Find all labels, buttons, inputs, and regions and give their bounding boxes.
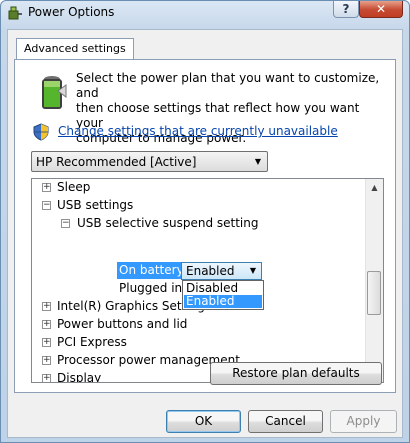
shield-icon [33,123,49,141]
tree-item-label: USB settings [57,198,134,212]
expand-icon[interactable]: + [42,183,51,192]
tree-item-usb-selective-suspend[interactable]: − USB selective suspend setting [32,215,362,232]
tree-item-label: PCI Express [57,335,127,349]
tree-item-power-buttons[interactable]: + Power buttons and lid [32,316,362,333]
dropdown-option-enabled[interactable]: Enabled [184,295,262,308]
dialog-client: Advanced settings Select the power plan … [7,29,403,438]
tree-item-usb-settings[interactable]: − USB settings [32,197,362,214]
close-button[interactable]: ✕ [359,1,403,18]
on-battery-dropdown-list[interactable]: Disabled Enabled [182,280,264,310]
on-battery-combobox[interactable]: Enabled ▼ [181,262,262,280]
collapse-icon[interactable]: − [61,219,70,228]
tree-item-label: Sleep [57,180,91,194]
cancel-button[interactable]: Cancel [248,410,323,433]
chevron-down-icon: ▼ [254,157,261,166]
battery-icon [42,76,67,109]
help-icon: ? [342,2,350,16]
tree-item-label: USB selective suspend setting [77,216,259,230]
restore-plan-defaults-button[interactable]: Restore plan defaults [210,362,382,385]
power-options-icon [8,6,22,20]
plugged-in-label: Plugged in: [119,281,187,295]
chevron-down-icon: ▼ [249,266,256,275]
change-settings-link[interactable]: Change settings that are currently unava… [58,124,338,138]
tree-item-label: Power buttons and lid [57,317,188,331]
tab-advanced-settings[interactable]: Advanced settings [16,38,134,60]
power-plan-value: HP Recommended [Active] [36,155,197,169]
power-options-window: Power Options ? ✕ Advanced settings Sele… [0,0,410,443]
tree-item-pci-express[interactable]: + PCI Express [32,334,362,351]
vertical-scrollbar[interactable]: ▲ ▼ [365,179,383,382]
close-icon: ✕ [375,2,387,16]
settings-tree[interactable]: + Sleep − USB settings − USB selective s… [31,178,384,383]
window-title: Power Options [28,5,115,19]
apply-button[interactable]: Apply [330,410,397,433]
intro-line: Select the power plan that you want to c… [76,71,380,100]
expand-icon[interactable]: + [42,338,51,347]
tree-item-label: Display [57,371,102,383]
scrollbar-thumb[interactable] [367,271,381,315]
scroll-up-icon[interactable]: ▲ [366,179,383,196]
help-button[interactable]: ? [333,1,359,18]
expand-icon[interactable]: + [42,320,51,329]
ok-button[interactable]: OK [166,410,241,433]
on-battery-label[interactable]: On battery: [117,262,189,279]
power-plan-select[interactable]: HP Recommended [Active] ▼ [31,151,268,172]
tree-item-sleep[interactable]: + Sleep [32,179,362,196]
collapse-icon[interactable]: − [42,201,51,210]
expand-icon[interactable]: + [42,374,51,382]
expand-icon[interactable]: + [42,302,51,311]
on-battery-value: Enabled [186,264,235,278]
title-bar[interactable]: Power Options ? ✕ [1,1,409,25]
expand-icon[interactable]: + [42,356,51,365]
